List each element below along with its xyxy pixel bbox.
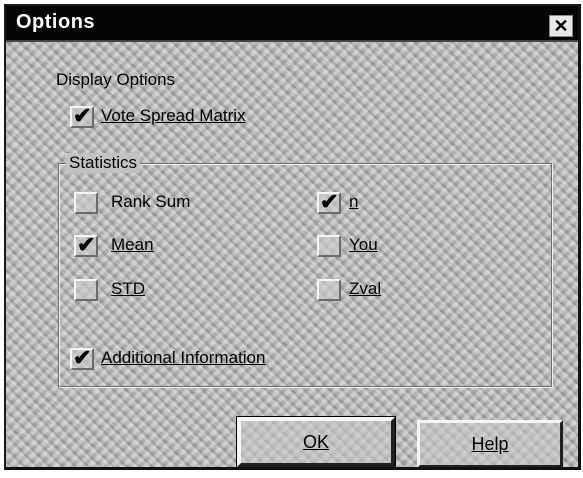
ok-button-label: OK [302, 432, 329, 452]
close-button[interactable]: ✕ [549, 15, 573, 37]
display-options-label: Display Options [56, 70, 176, 89]
title-bar[interactable]: Options ✕ [6, 6, 578, 42]
checkmark-icon: ✔ [320, 189, 339, 214]
zval-checkbox[interactable] [317, 279, 341, 301]
dialog-title: Options [16, 11, 96, 33]
vote-spread-matrix-label[interactable]: Vote Spread Matrix [101, 106, 246, 126]
options-dialog: Options ✕ Display Options ✔ Vote Spread … [4, 4, 581, 470]
rank-sum-label[interactable]: Rank Sum [111, 192, 190, 212]
std-label[interactable]: STD [111, 279, 145, 299]
rank-sum-checkbox[interactable] [74, 192, 98, 214]
additional-information-label[interactable]: Additional Information [101, 348, 265, 368]
close-icon: ✕ [553, 16, 569, 36]
mean-checkbox[interactable]: ✔ [74, 232, 98, 257]
std-checkbox[interactable] [74, 279, 98, 301]
help-button[interactable]: Help [417, 420, 563, 467]
zval-label[interactable]: Zval [349, 279, 381, 299]
checkmark-icon: ✔ [73, 345, 92, 370]
vote-spread-matrix-checkbox[interactable]: ✔ [70, 103, 94, 128]
you-checkbox[interactable] [317, 235, 341, 257]
additional-information-checkbox[interactable]: ✔ [70, 345, 94, 370]
statistics-group-label: Statistics [66, 153, 141, 173]
n-checkbox[interactable]: ✔ [317, 189, 341, 214]
checkmark-icon: ✔ [77, 232, 96, 257]
checkmark-icon: ✔ [73, 103, 92, 128]
help-button-label: Help [471, 434, 509, 454]
mean-label[interactable]: Mean [111, 235, 154, 255]
you-label[interactable]: You [349, 235, 378, 255]
n-label[interactable]: n [349, 192, 358, 212]
ok-button[interactable]: OK [236, 416, 396, 467]
